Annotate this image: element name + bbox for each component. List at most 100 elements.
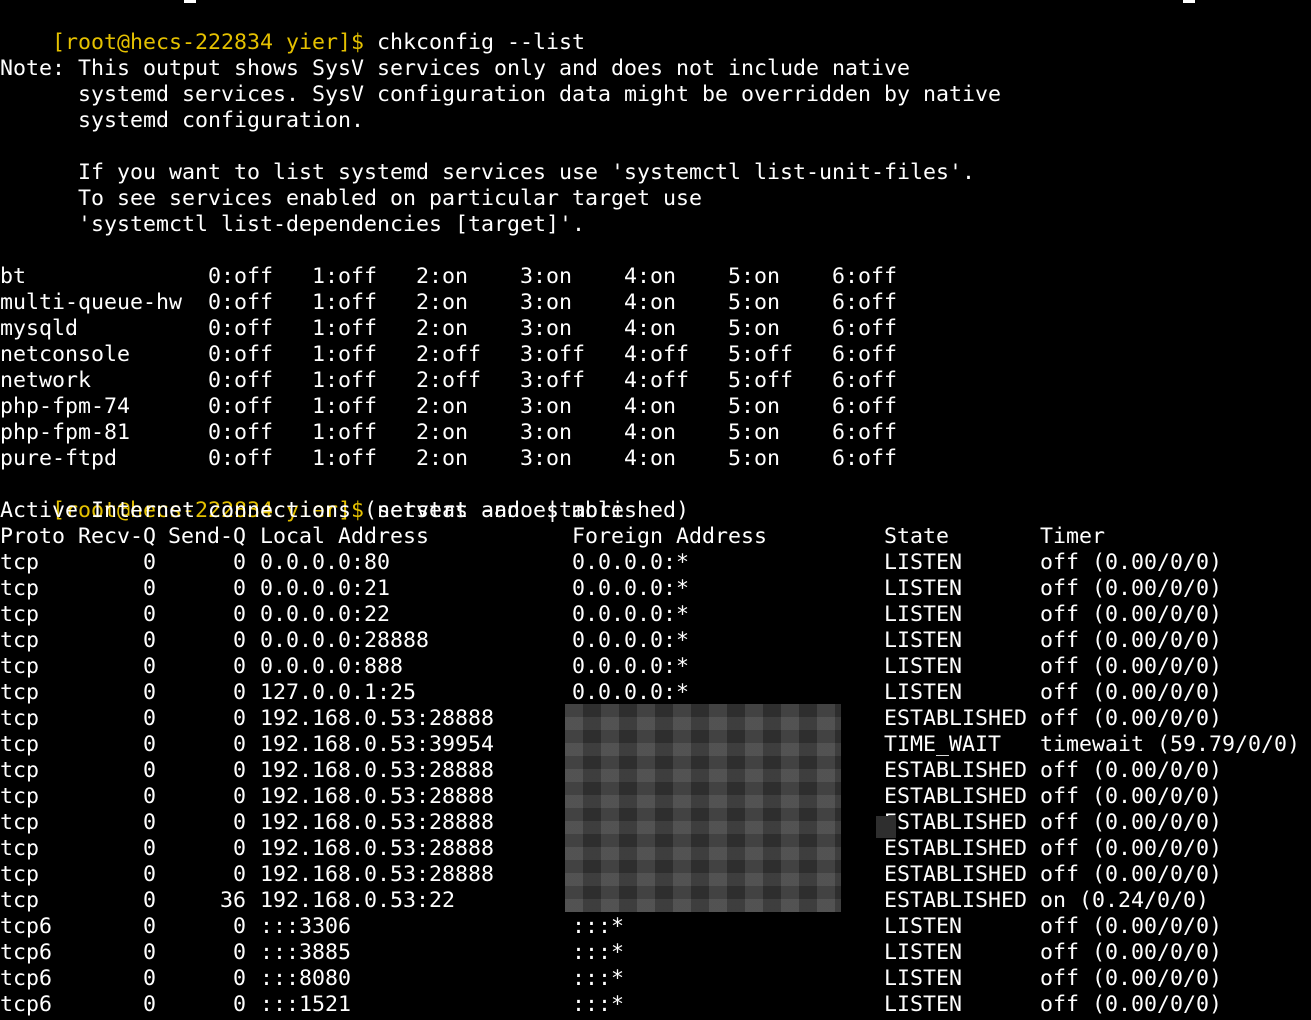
service-runlevel: 1:off	[312, 420, 378, 445]
conn-proto: tcp6	[0, 914, 53, 939]
conn-state: ESTABLISHED	[884, 836, 1028, 861]
service-row: bt 0:off 1:off 2:on 3:on 4:on 5:on 6:off	[0, 264, 1311, 290]
conn-proto: tcp	[0, 602, 40, 627]
conn-send-q: 0	[232, 628, 246, 653]
conn-state: LISTEN	[884, 550, 963, 575]
conn-timer: off (0.00/0/0)	[1040, 784, 1223, 809]
conn-local-address: 0.0.0.0:21	[260, 576, 391, 601]
service-runlevel: 0:off	[208, 446, 274, 471]
conn-timer: off (0.00/0/0)	[1040, 680, 1223, 705]
conn-foreign-address: 0.0.0.0:*	[572, 602, 690, 627]
conn-local-address: 192.168.0.53:22	[260, 888, 456, 913]
conn-state: LISTEN	[884, 602, 963, 627]
service-runlevel: 0:off	[208, 342, 274, 367]
service-runlevel: 6:off	[832, 316, 898, 341]
conn-local-address: 0.0.0.0:22	[260, 602, 391, 627]
service-runlevel: 2:on	[416, 446, 469, 471]
redacted-foreign-addresses	[565, 704, 841, 912]
conn-recv-q: 0	[142, 654, 156, 679]
conn-recv-q: 0	[142, 810, 156, 835]
service-name: mysqld	[0, 316, 79, 341]
conn-recv-q: 0	[142, 706, 156, 731]
service-runlevel: 3:off	[520, 368, 586, 393]
conn-proto: tcp	[0, 628, 40, 653]
conn-state: ESTABLISHED	[884, 862, 1028, 887]
service-row: php-fpm-81 0:off 1:off 2:on 3:on 4:on 5:on 6:of…	[0, 420, 1311, 446]
service-runlevel: 2:off	[416, 368, 482, 393]
service-runlevel: 5:on	[728, 264, 781, 289]
conn-state: LISTEN	[884, 680, 963, 705]
service-runlevel: 1:off	[312, 316, 378, 341]
conn-local-address: :::3885	[260, 940, 352, 965]
service-runlevel: 1:off	[312, 264, 378, 289]
conn-send-q: 0	[232, 680, 246, 705]
conn-send-q: 0	[232, 732, 246, 757]
service-runlevel: 1:off	[312, 368, 378, 393]
conn-state: TIME_WAIT	[884, 732, 1002, 757]
service-runlevel: 4:on	[624, 446, 677, 471]
connection-row: tcp 0 0 0.0.0.0:22 0.0.0.0:* LISTEN off (0.00/…	[0, 602, 1311, 628]
conn-local-address: 0.0.0.0:28888	[260, 628, 430, 653]
service-name: multi-queue-hw	[0, 290, 183, 315]
conn-recv-q: 0	[142, 888, 156, 913]
service-runlevel: 3:on	[520, 290, 573, 315]
conn-send-q: 0	[232, 810, 246, 835]
service-runlevel: 3:off	[520, 342, 586, 367]
conn-state: LISTEN	[884, 940, 963, 965]
service-runlevel: 3:on	[520, 394, 573, 419]
service-row: mysqld 0:off 1:off 2:on 3:on 4:on 5:on 6:off	[0, 316, 1311, 342]
conn-timer: off (0.00/0/0)	[1040, 810, 1223, 835]
service-runlevel: 5:off	[728, 368, 794, 393]
service-runlevel: 0:off	[208, 290, 274, 315]
service-runlevel: 3:on	[520, 316, 573, 341]
connection-row: tcp6 0 0:::1521:::* LISTEN off (0.00/0/0)	[0, 992, 1311, 1018]
conn-proto: tcp	[0, 576, 40, 601]
conn-timer: off (0.00/0/0)	[1040, 992, 1223, 1017]
service-runlevel: 0:off	[208, 316, 274, 341]
conn-recv-q: 0	[142, 602, 156, 627]
conn-timer: timewait (59.79/0/0)	[1040, 732, 1301, 757]
connection-row: tcp6 0 0:::3306:::* LISTEN off (0.00/0/0)	[0, 914, 1311, 940]
service-name: netconsole	[0, 342, 131, 367]
service-name: bt	[0, 264, 27, 289]
service-runlevel: 1:off	[312, 342, 378, 367]
service-runlevel: 5:on	[728, 394, 781, 419]
service-runlevel: 5:on	[728, 446, 781, 471]
service-row: network 0:off 1:off 2:off 3:off 4:off 5:off 6:o…	[0, 368, 1311, 394]
conn-local-address: 192.168.0.53:28888	[260, 706, 495, 731]
conn-proto: tcp	[0, 810, 40, 835]
conn-send-q: 0	[232, 706, 246, 731]
conn-timer: off (0.00/0/0)	[1040, 940, 1223, 965]
service-runlevel: 4:on	[624, 420, 677, 445]
header-foreign-address: Foreign Address	[572, 524, 768, 549]
service-list: bt 0:off 1:off 2:on 3:on 4:on 5:on 6:off multi-q…	[0, 264, 1311, 472]
conn-timer: off (0.00/0/0)	[1040, 862, 1223, 887]
netstat-title: Active Internet connections (servers and…	[0, 498, 690, 523]
conn-timer: off (0.00/0/0)	[1040, 758, 1223, 783]
service-runlevel: 4:on	[624, 316, 677, 341]
service-runlevel: 2:on	[416, 316, 469, 341]
conn-send-q: 0	[232, 992, 246, 1017]
conn-foreign-address: :::*	[572, 914, 625, 939]
conn-proto: tcp6	[0, 940, 53, 965]
conn-foreign-address: :::*	[572, 992, 625, 1017]
conn-foreign-address: 0.0.0.0:*	[572, 654, 690, 679]
conn-timer: on (0.24/0/0)	[1040, 888, 1210, 913]
conn-send-q: 0	[232, 758, 246, 783]
conn-send-q: 0	[232, 940, 246, 965]
service-runlevel: 3:on	[520, 420, 573, 445]
conn-proto: tcp	[0, 836, 40, 861]
service-runlevel: 1:off	[312, 394, 378, 419]
service-runlevel: 0:off	[208, 264, 274, 289]
conn-send-q: 0	[232, 836, 246, 861]
conn-state: ESTABLISHED	[884, 758, 1028, 783]
service-runlevel: 6:off	[832, 342, 898, 367]
conn-proto: tcp	[0, 758, 40, 783]
service-name: php-fpm-81	[0, 420, 131, 445]
note-line: To see services enabled on particular ta…	[0, 186, 703, 211]
conn-proto: tcp6	[0, 966, 53, 991]
service-name: pure-ftpd	[0, 446, 118, 471]
conn-recv-q: 0	[142, 862, 156, 887]
